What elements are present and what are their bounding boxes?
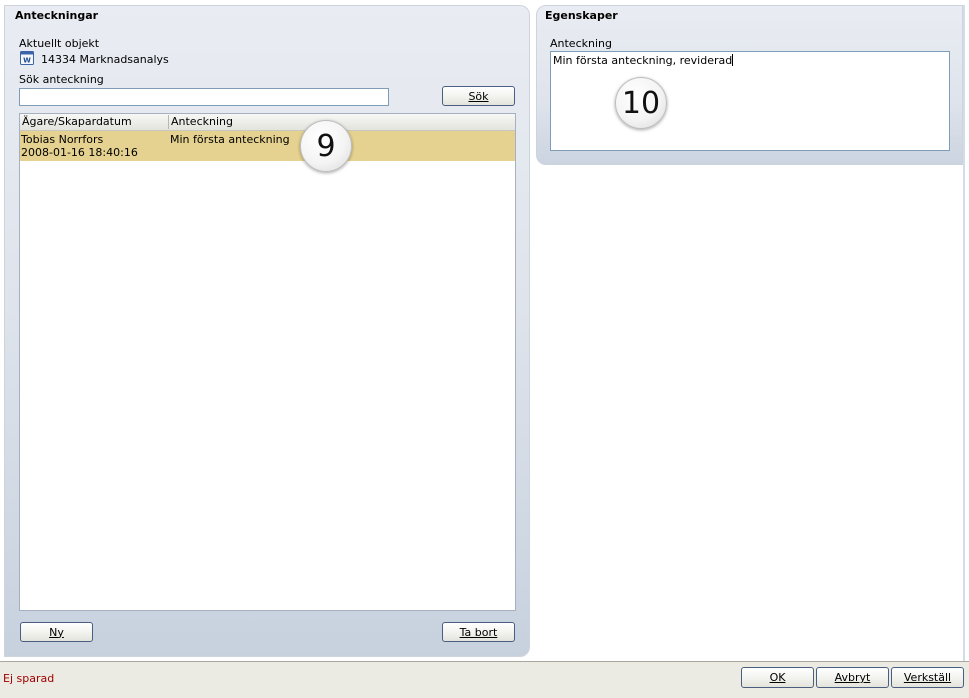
row-owner: Tobias Norrfors xyxy=(21,133,104,146)
new-button-label: Ny xyxy=(49,625,64,639)
delete-button[interactable]: Ta bort xyxy=(442,622,515,642)
search-button-label: Sök xyxy=(468,89,489,103)
new-button[interactable]: Ny xyxy=(20,622,93,642)
text-cursor xyxy=(732,54,734,66)
cancel-button-label: Avbryt xyxy=(834,671,871,684)
notes-panel-title: Anteckningar xyxy=(15,9,99,22)
panel-edge xyxy=(963,5,965,661)
apply-button[interactable]: Verkställ xyxy=(891,667,964,688)
note-label: Anteckning xyxy=(550,37,612,50)
search-input[interactable] xyxy=(19,88,389,106)
callout-9: 9 xyxy=(300,120,352,172)
row-note: Min första anteckning xyxy=(170,133,290,146)
current-object-label: Aktuellt objekt xyxy=(19,37,100,50)
row-owner-cell: Tobias Norrfors 2008-01-16 18:40:16 xyxy=(21,133,138,159)
current-object-value: 14334 Marknadsanalys xyxy=(41,53,169,66)
list-header: Ägare/Skapardatum Anteckning xyxy=(20,114,515,131)
word-document-icon: W xyxy=(19,51,35,65)
delete-button-label: Ta bort xyxy=(459,625,498,639)
ok-button[interactable]: OK xyxy=(741,667,814,688)
column-header-owner[interactable]: Ägare/Skapardatum xyxy=(20,114,168,130)
callout-10: 10 xyxy=(615,77,667,129)
cancel-button[interactable]: Avbryt xyxy=(816,667,889,688)
note-text: Min första anteckning, reviderad xyxy=(553,54,733,67)
search-button[interactable]: Sök xyxy=(442,86,515,106)
table-row[interactable]: Tobias Norrfors 2008-01-16 18:40:16 Min … xyxy=(20,131,515,161)
apply-button-label: Verkställ xyxy=(903,671,952,684)
notes-list[interactable]: Ägare/Skapardatum Anteckning Tobias Norr… xyxy=(19,113,516,611)
status-text: Ej sparad xyxy=(3,672,55,685)
ok-button-label: OK xyxy=(769,671,786,684)
search-label: Sök anteckning xyxy=(19,73,104,86)
properties-empty-area xyxy=(530,165,969,661)
note-textarea[interactable]: Min första anteckning, reviderad xyxy=(550,51,950,151)
row-date: 2008-01-16 18:40:16 xyxy=(21,146,138,159)
svg-text:W: W xyxy=(23,57,31,65)
properties-panel-title: Egenskaper xyxy=(545,9,618,22)
